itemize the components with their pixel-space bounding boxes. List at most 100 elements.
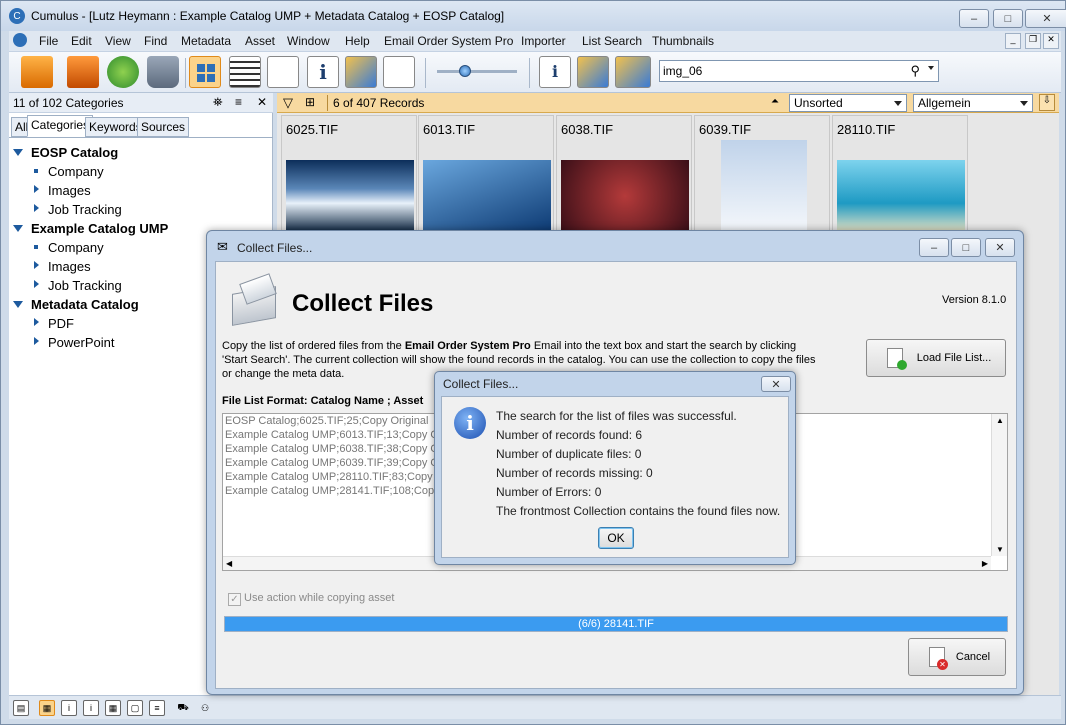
info-2-icon[interactable]: i: [83, 700, 99, 716]
trash-icon[interactable]: [147, 56, 179, 88]
category-eosp-catalog[interactable]: EOSP Catalog: [31, 145, 118, 160]
zoom-slider-handle[interactable]: [459, 65, 471, 77]
menu-thumbnails[interactable]: Thumbnails: [652, 34, 714, 48]
menu-help[interactable]: Help: [345, 34, 370, 48]
info-icon[interactable]: i: [61, 700, 77, 716]
child-close-button[interactable]: ✕: [1043, 33, 1059, 49]
properties-icon[interactable]: ▦: [39, 700, 55, 716]
sort-direction-icon[interactable]: ⏶: [771, 96, 779, 107]
dialog-maximize-button[interactable]: □: [951, 238, 981, 257]
category-job-tracking[interactable]: Job Tracking: [48, 278, 122, 293]
collapse-icon[interactable]: [34, 280, 39, 288]
preview-icon[interactable]: [345, 56, 377, 88]
use-action-checkbox[interactable]: ✓: [228, 593, 241, 606]
expand-icon[interactable]: [13, 149, 23, 156]
thumbnail-card[interactable]: 6038.TIF: [556, 115, 692, 235]
info-icon[interactable]: i: [307, 56, 339, 88]
filter-icon[interactable]: ▽: [283, 95, 293, 111]
thumbnail-card[interactable]: 6013.TIF: [418, 115, 554, 235]
scroll-down-icon[interactable]: ▼: [996, 545, 1004, 554]
collection-icon[interactable]: [383, 56, 415, 88]
tab-sources[interactable]: Sources: [137, 117, 190, 137]
collapse-icon[interactable]: [34, 337, 39, 345]
collapse-icon[interactable]: [34, 261, 39, 269]
frame-icon[interactable]: ▢: [127, 700, 143, 716]
cancel-button[interactable]: ✕ Cancel: [908, 638, 1006, 676]
search-input[interactable]: [663, 63, 903, 79]
user-icon[interactable]: ⚇: [197, 700, 213, 716]
child-minimize-button[interactable]: _: [1005, 33, 1021, 49]
asset-preview-icon[interactable]: [577, 56, 609, 88]
menu-window[interactable]: Window: [287, 34, 330, 48]
list-icon[interactable]: ≡: [149, 700, 165, 716]
thumbnail-view-icon[interactable]: [189, 56, 221, 88]
scroll-left-icon[interactable]: ◀: [226, 559, 232, 568]
thumbnail-card[interactable]: 28110.TIF: [832, 115, 968, 235]
maximize-button[interactable]: □: [993, 9, 1023, 28]
dialog-close-button[interactable]: ✕: [985, 238, 1015, 257]
progress-bar: (6/6) 28141.TIF: [224, 616, 1008, 632]
category-menu-icon[interactable]: ≡: [235, 95, 242, 109]
record-count: 6 of 407 Records: [333, 96, 425, 110]
expand-icon[interactable]: [13, 301, 23, 308]
catalog-icon[interactable]: ▤: [13, 700, 29, 716]
category-pdf[interactable]: PDF: [48, 316, 74, 331]
thumbnail-card[interactable]: 6039.TIF: [694, 115, 830, 235]
tab-categories[interactable]: Categories: [27, 115, 94, 137]
list-view-icon[interactable]: [229, 56, 261, 88]
collapse-icon[interactable]: [34, 185, 39, 193]
category-images[interactable]: Images: [48, 183, 91, 198]
menu-edit[interactable]: Edit: [71, 34, 92, 48]
dialog-heading: Collect Files: [292, 290, 434, 317]
category-settings-icon[interactable]: ⛯: [213, 95, 223, 110]
sort-select[interactable]: Unsorted: [789, 94, 907, 112]
asset-info-icon[interactable]: i: [539, 56, 571, 88]
dialog-minimize-button[interactable]: –: [919, 238, 949, 257]
search-icon[interactable]: ⚲: [910, 63, 920, 79]
category-company[interactable]: Company: [48, 240, 104, 255]
category-metadata-catalog[interactable]: Metadata Catalog: [31, 297, 139, 312]
view-options-icon[interactable]: ⇩: [1039, 94, 1055, 111]
menu-metadata[interactable]: Metadata: [181, 34, 231, 48]
mail-icon: ✉: [217, 239, 228, 254]
refresh-icon[interactable]: [107, 56, 139, 88]
details-view-icon[interactable]: [267, 56, 299, 88]
envelope-icon: [232, 273, 284, 328]
expand-icon[interactable]: [13, 225, 23, 232]
menu-list-search[interactable]: List Search: [582, 34, 642, 48]
hierarchy-icon[interactable]: ⊞: [305, 95, 315, 109]
grid-icon[interactable]: ▦: [105, 700, 121, 716]
menu-find[interactable]: Find: [144, 34, 167, 48]
category-example-catalog-ump[interactable]: Example Catalog UMP: [31, 221, 168, 236]
collapse-icon[interactable]: [34, 318, 39, 326]
close-button[interactable]: ✕: [1025, 9, 1066, 28]
collapse-icon[interactable]: [34, 204, 39, 212]
menu-view[interactable]: View: [105, 34, 131, 48]
scroll-up-icon[interactable]: ▲: [996, 416, 1004, 425]
category-job-tracking[interactable]: Job Tracking: [48, 202, 122, 217]
vertical-scrollbar[interactable]: ▲ ▼: [991, 414, 1007, 556]
import-icon[interactable]: [67, 56, 99, 88]
minimize-button[interactable]: –: [959, 9, 989, 28]
menu-email-order-system-pro[interactable]: Email Order System Pro: [384, 34, 513, 48]
category-powerpoint[interactable]: PowerPoint: [48, 335, 114, 350]
category-images[interactable]: Images: [48, 259, 91, 274]
zoom-slider[interactable]: [437, 70, 517, 73]
menu-importer[interactable]: Importer: [521, 34, 566, 48]
view-set-select[interactable]: Allgemein: [913, 94, 1033, 112]
search-dropdown-icon[interactable]: [928, 66, 934, 70]
menu-asset[interactable]: Asset: [245, 34, 275, 48]
open-catalog-icon[interactable]: [21, 56, 53, 88]
child-restore-button[interactable]: ❐: [1025, 33, 1041, 49]
message-close-button[interactable]: ✕: [761, 376, 791, 392]
load-file-list-button[interactable]: Load File List...: [866, 339, 1006, 377]
basket-icon[interactable]: ⛟: [175, 700, 191, 716]
panel-close-icon[interactable]: ✕: [257, 95, 267, 109]
slideshow-icon[interactable]: [615, 56, 651, 88]
search-box[interactable]: ⚲: [659, 60, 939, 82]
scroll-right-icon[interactable]: ▶: [982, 559, 988, 568]
menu-file[interactable]: File: [39, 34, 58, 48]
thumbnail-card[interactable]: 6025.TIF: [281, 115, 417, 235]
category-company[interactable]: Company: [48, 164, 104, 179]
ok-button[interactable]: OK: [598, 527, 634, 549]
